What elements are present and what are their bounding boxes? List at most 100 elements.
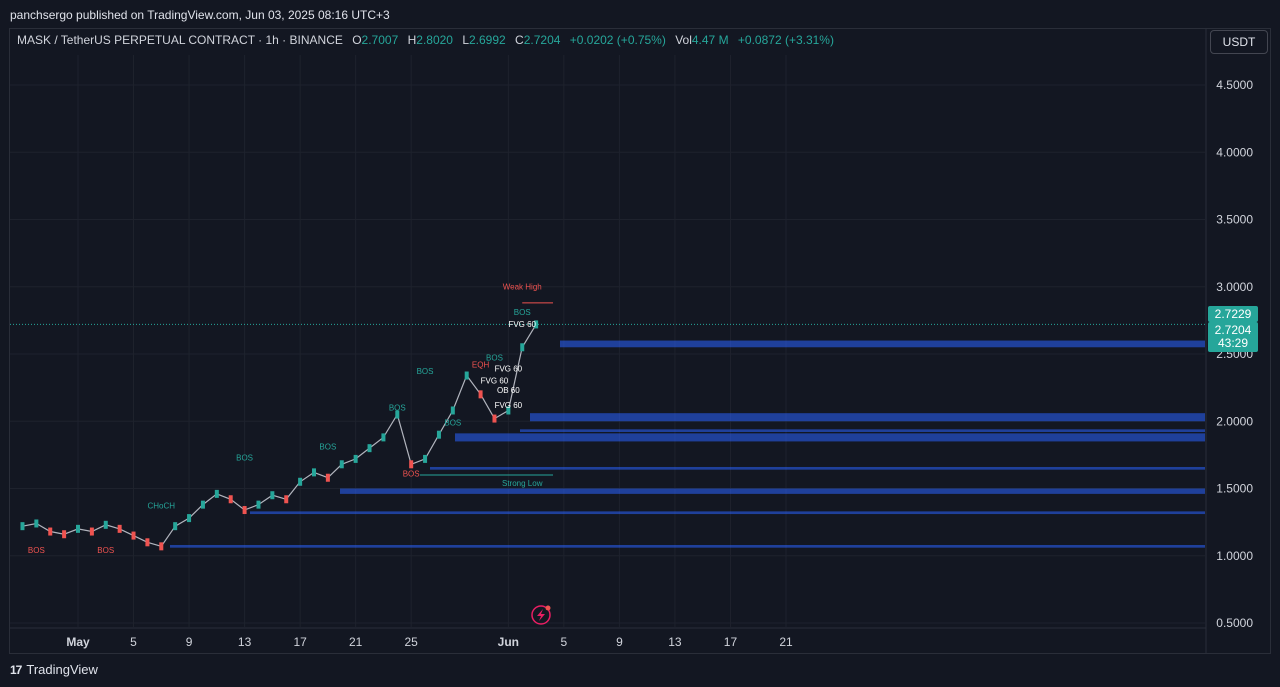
lightning-icon-bolt bbox=[537, 609, 545, 621]
x-tick-label: 13 bbox=[668, 635, 682, 649]
candle bbox=[409, 460, 414, 469]
candle bbox=[76, 524, 80, 533]
candle bbox=[367, 444, 372, 453]
x-tick-label: 9 bbox=[616, 635, 623, 649]
y-tick-label: 2.0000 bbox=[1216, 414, 1253, 428]
annotation-label: FVG 60 bbox=[508, 320, 536, 329]
change-value: +0.0202 (+0.75%) bbox=[569, 33, 666, 47]
candle bbox=[173, 522, 178, 531]
x-tick-label: 21 bbox=[349, 635, 363, 649]
low-label: L bbox=[462, 33, 469, 47]
order-block-zone bbox=[170, 544, 1205, 548]
candle bbox=[48, 527, 53, 536]
annotation-label: BOS bbox=[236, 453, 253, 462]
candle bbox=[312, 468, 316, 477]
candle bbox=[200, 500, 205, 509]
annotation-label: Strong Low bbox=[502, 479, 543, 488]
candle bbox=[20, 522, 25, 531]
annotation-label: Weak High bbox=[503, 282, 542, 291]
annotation-label: BOS bbox=[389, 403, 406, 412]
y-tick-label: 3.5000 bbox=[1216, 213, 1253, 227]
order-block-zone bbox=[250, 511, 1205, 515]
candle bbox=[436, 430, 441, 439]
y-tick-label: 4.5000 bbox=[1216, 78, 1253, 92]
candle bbox=[325, 473, 330, 482]
annotation-label: BOS bbox=[514, 308, 531, 317]
candle bbox=[520, 343, 525, 352]
x-tick-label: 5 bbox=[561, 635, 568, 649]
candle bbox=[187, 514, 192, 523]
high-label: H bbox=[407, 33, 417, 47]
price-axis: 4.50004.00003.50003.00002.50002.00001.50… bbox=[1216, 78, 1253, 630]
candle bbox=[256, 500, 261, 509]
candle bbox=[159, 542, 164, 551]
annotation-label: BOS bbox=[319, 442, 336, 451]
order-block-zone bbox=[455, 433, 1205, 442]
y-tick-label: 3.0000 bbox=[1216, 280, 1253, 294]
candle bbox=[339, 460, 344, 469]
candle bbox=[270, 491, 275, 500]
candle bbox=[89, 527, 94, 536]
candle bbox=[450, 406, 455, 415]
y-tick-label: 1.0000 bbox=[1216, 549, 1253, 563]
x-tick-label: 5 bbox=[130, 635, 137, 649]
candle bbox=[228, 495, 233, 504]
candle bbox=[145, 538, 150, 547]
candle bbox=[353, 454, 358, 463]
order-block-zone bbox=[520, 429, 1205, 433]
candle bbox=[492, 414, 497, 423]
volume-change: +0.0872 (+3.31%) bbox=[737, 33, 834, 47]
open-label: O bbox=[352, 33, 362, 47]
x-tick-label: 13 bbox=[238, 635, 252, 649]
high-value: 2.8020 bbox=[416, 33, 453, 47]
x-tick-label: Jun bbox=[498, 635, 519, 649]
countdown-text: 43:29 bbox=[1218, 336, 1248, 350]
x-tick-label: 21 bbox=[779, 635, 793, 649]
annotation-label: EQH bbox=[472, 360, 490, 369]
notification-dot bbox=[545, 605, 551, 611]
candle bbox=[381, 433, 386, 442]
y-tick-label: 4.0000 bbox=[1216, 145, 1253, 159]
annotation-label: BOS bbox=[403, 469, 420, 478]
price-chart[interactable]: Weak High Strong Low BOS BOS EQH BOS BOS BOS BOS… bbox=[0, 0, 1280, 687]
annotation-label: BOS bbox=[417, 367, 434, 376]
x-tick-label: 25 bbox=[404, 635, 418, 649]
currency-button[interactable]: USDT bbox=[1210, 30, 1268, 54]
candle bbox=[284, 495, 289, 504]
footer-brand-text: TradingView bbox=[26, 662, 98, 677]
volume-label: Vol bbox=[675, 33, 692, 47]
x-tick-label: 17 bbox=[293, 635, 307, 649]
annotation-label: FVG 60 bbox=[481, 377, 509, 386]
annotation-label: BOS bbox=[28, 546, 45, 555]
annotation-label: OB 60 bbox=[497, 386, 520, 395]
x-tick-label: 9 bbox=[186, 635, 193, 649]
candle bbox=[298, 477, 303, 486]
volume-value: 4.47 M bbox=[691, 33, 729, 47]
price-badge-text: 2.7229 bbox=[1215, 307, 1252, 321]
annotation-label: BOS bbox=[444, 418, 461, 427]
open-value: 2.7007 bbox=[361, 33, 399, 47]
symbol-name[interactable]: MASK / TetherUS PERPETUAL CONTRACT · 1h … bbox=[17, 33, 343, 47]
annotation-label: CHoCH bbox=[148, 502, 176, 511]
annotation-label: BOS bbox=[97, 546, 114, 555]
candle bbox=[131, 531, 136, 540]
x-tick-label: 17 bbox=[724, 635, 738, 649]
tradingview-logo-icon: 17 bbox=[10, 662, 22, 677]
order-block-zone bbox=[430, 466, 1205, 470]
footer-brand[interactable]: 17 TradingView bbox=[10, 662, 98, 677]
symbol-legend: MASK / TetherUS PERPETUAL CONTRACT · 1h … bbox=[17, 33, 834, 47]
chart-annotations: Weak High Strong Low BOS BOS EQH BOS BOS BOS BOS… bbox=[28, 282, 543, 555]
candle bbox=[242, 506, 247, 515]
x-tick-label: May bbox=[66, 635, 90, 649]
y-tick-label: 0.5000 bbox=[1216, 616, 1253, 630]
annotation-label: FVG 60 bbox=[495, 364, 523, 373]
close-label: C bbox=[515, 33, 524, 47]
candle bbox=[117, 524, 122, 533]
annotation-label: FVG 60 bbox=[495, 401, 523, 410]
candle bbox=[423, 454, 428, 463]
low-value: 2.6992 bbox=[469, 33, 506, 47]
close-value: 2.7204 bbox=[523, 33, 561, 47]
candle bbox=[478, 390, 483, 399]
candle bbox=[103, 520, 108, 529]
order-block-zone bbox=[340, 488, 1205, 494]
